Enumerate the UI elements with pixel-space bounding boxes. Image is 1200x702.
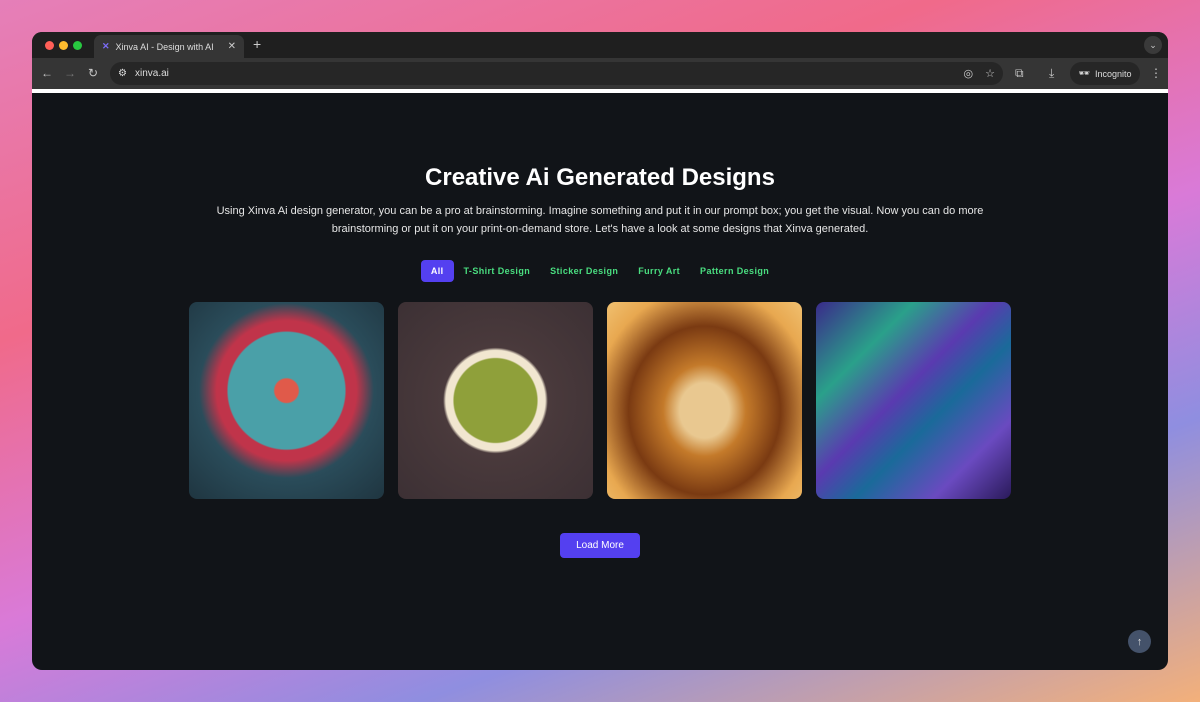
arrow-up-icon: ↑ (1136, 635, 1143, 648)
page-description: Using Xinva Ai design generator, you can… (216, 205, 984, 235)
tab-bar: ✕ Xinva AI - Design with AI ✕ + ⌄ (32, 32, 1168, 58)
browser-toolbar: ← → ↻ ⚙ xinva.ai ◎ ☆ ⧉ ⤓ 🕶 Incognito ⋮ (32, 58, 1168, 89)
new-tab-button[interactable]: + (253, 36, 261, 52)
address-bar[interactable]: ⚙ xinva.ai ◎ ☆ (110, 62, 1003, 85)
incognito-badge[interactable]: 🕶 Incognito (1070, 62, 1140, 85)
filter-sticker-design[interactable]: Sticker Design (540, 260, 628, 282)
reload-icon[interactable]: ↻ (88, 66, 98, 80)
forward-icon[interactable]: → (64, 66, 76, 80)
minimize-window-button[interactable] (59, 41, 68, 50)
gallery-image-monster[interactable] (189, 302, 384, 499)
browser-tab[interactable]: ✕ Xinva AI - Design with AI ✕ (94, 35, 244, 58)
more-menu-icon[interactable]: ⋮ (1150, 66, 1162, 80)
download-icon[interactable]: ⤓ (1049, 66, 1054, 81)
page-title: Creative Ai Generated Designs (425, 164, 775, 191)
scroll-to-top-button[interactable]: ↑ (1128, 630, 1151, 653)
filter-all[interactable]: All (420, 260, 454, 282)
filter-pattern-design[interactable]: Pattern Design (690, 260, 779, 282)
close-tab-icon[interactable]: ✕ (228, 41, 236, 52)
eye-off-icon[interactable]: ◎ (964, 67, 974, 80)
filter-furry-art[interactable]: Furry Art (628, 260, 690, 282)
url-text: xinva.ai (134, 68, 169, 79)
filter-t-shirt-design[interactable]: T-Shirt Design (454, 260, 541, 282)
incognito-label: Incognito (1094, 68, 1132, 79)
design-gallery (189, 302, 1011, 499)
incognito-icon: 🕶 (1078, 68, 1090, 78)
close-window-button[interactable] (45, 41, 54, 50)
tab-search-button[interactable]: ⌄ (1144, 36, 1162, 54)
site-settings-icon[interactable]: ⚙ (118, 68, 127, 79)
xinva-logo-icon: ✕ (102, 41, 110, 51)
gallery-image-lion[interactable] (607, 302, 802, 499)
bookmark-star-icon[interactable]: ☆ (985, 67, 995, 80)
gallery-image-orc[interactable] (398, 302, 593, 499)
tab-title: Xinva AI - Design with AI (115, 41, 214, 52)
gallery-image-pattern[interactable] (816, 302, 1011, 499)
maximize-window-button[interactable] (73, 41, 82, 50)
back-icon[interactable]: ← (41, 66, 53, 80)
page-content: Creative Ai Generated Designs Using Xinv… (32, 93, 1168, 670)
extensions-icon[interactable]: ⧉ (1015, 66, 1024, 81)
browser-window: ✕ Xinva AI - Design with AI ✕ + ⌄ ← → ↻ … (32, 32, 1168, 670)
filter-tabs: All T-Shirt Design Sticker Design Furry … (32, 260, 1168, 282)
load-more-button[interactable]: Load More (560, 533, 640, 558)
